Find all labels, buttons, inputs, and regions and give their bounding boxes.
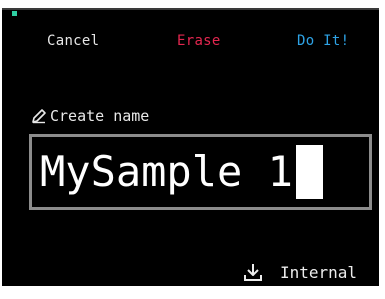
sample-name-text: MySample 1 — [40, 147, 293, 196]
status-indicator — [12, 11, 17, 16]
erase-button[interactable]: Erase — [177, 33, 221, 49]
cancel-button[interactable]: Cancel — [47, 33, 99, 49]
create-name-label-row: Create name — [30, 107, 149, 125]
storage-location-button[interactable]: Internal — [242, 261, 357, 283]
pencil-icon — [30, 107, 48, 125]
naming-screen: Cancel Erase Do It! Create name MySample… — [2, 8, 379, 286]
resize-handle-icon[interactable] — [369, 280, 379, 294]
create-name-label: Create name — [50, 107, 150, 125]
text-cursor — [295, 145, 323, 199]
do-it-button[interactable]: Do It! — [297, 33, 349, 49]
storage-location-label: Internal — [280, 262, 358, 282]
sample-name-field[interactable]: MySample 1 — [29, 134, 372, 210]
download-icon — [242, 261, 264, 283]
